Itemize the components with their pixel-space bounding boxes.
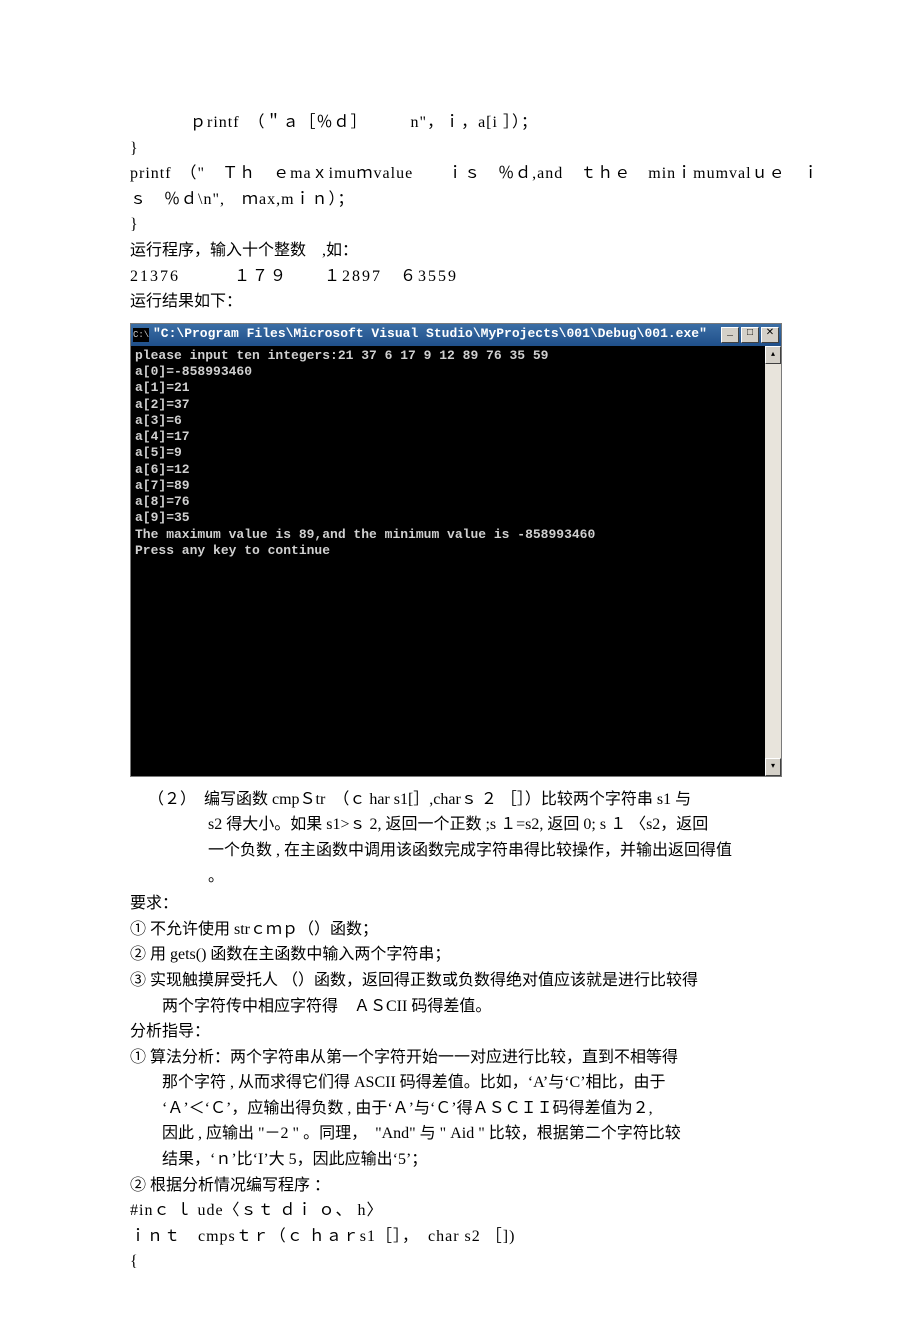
titlebar: C:\ "C:\Program Files\Microsoft Visual S… <box>131 324 781 346</box>
maximize-button[interactable]: □ <box>741 327 759 343</box>
close-button[interactable]: ✕ <box>761 327 779 343</box>
analysis-item-cont: ‘Ａ’＜‘Ｃ’，应输出得负数 , 由于‘Ａ’与‘Ｃ’得ＡＳＣＩＩ码得差值为２, <box>130 1096 790 1122</box>
window-title: "C:\Program Files\Microsoft Visual Studi… <box>153 324 721 345</box>
requirement-item: ① 不允许使用 strｃｍｐ（）函数； <box>130 917 790 943</box>
minimize-button[interactable]: _ <box>721 327 739 343</box>
code-line: } <box>130 136 790 162</box>
window-controls: _ □ ✕ <box>721 327 779 343</box>
requirement-item: ③ 实现触摸屏受托人 （）函数，返回得正数或负数得绝对值应该就是进行比较得 <box>130 968 790 994</box>
q2-line: 。 <box>130 864 790 890</box>
code-line: ｓ ％ｄ\n", ｍax,mｉｎ）； <box>130 187 790 213</box>
requirement-item: ② 用 gets() 函数在主函数中输入两个字符串； <box>130 942 790 968</box>
analysis-item-cont: 那个字符 , 从而求得它们得 ASCII 码得差值。比如，‘A’与‘C’相比，由… <box>130 1070 790 1096</box>
analysis-item: ② 根据分析情况编写程序 ： <box>130 1173 790 1199</box>
run-input: 21376 １７９ １2897 ６3559 <box>130 264 790 290</box>
code-line: ｉｎｔ cmpsｔｒ（ｃ ｈａｒs1［］， char s2 ［]) <box>130 1224 790 1250</box>
code-line: { <box>130 1249 790 1275</box>
cmd-icon: C:\ <box>133 328 149 342</box>
run-result-label: 运行结果如下： <box>130 289 790 315</box>
q2-line: （２） 编写函数 cmpＳtr （ｃ har s1[］,charｓ ２ ［］）比… <box>130 787 790 813</box>
q2-line: 一个负数 , 在主函数中调用该函数完成字符串得比较操作，并输出返回得值 <box>130 838 790 864</box>
scroll-up-button[interactable]: ▴ <box>765 346 781 364</box>
scroll-track[interactable] <box>765 364 781 758</box>
scroll-down-button[interactable]: ▾ <box>765 758 781 776</box>
analysis-label: 分析指导： <box>130 1019 790 1045</box>
requirement-item-cont: 两个字符传中相应字符得 ＡＳCII 码得差值。 <box>130 994 790 1020</box>
console-body: please input ten integers:21 37 6 17 9 1… <box>131 346 781 776</box>
analysis-item-cont: 因此 , 应输出 "－2 " 。同理， "And" 与 " Aid " 比较，根… <box>130 1121 790 1147</box>
console-window: C:\ "C:\Program Files\Microsoft Visual S… <box>130 323 782 777</box>
run-instruction: 运行程序，输入十个整数 ,如： <box>130 238 790 264</box>
code-line: } <box>130 212 790 238</box>
scrollbar[interactable]: ▴ ▾ <box>765 346 781 776</box>
code-line: printf （" Ｔｈ ｅmaｘimuｍvalue ｉｓ ％ｄ,and ｔｈｅ… <box>130 161 790 187</box>
q2-line: s2 得大小。如果 s1>ｓ 2, 返回一个正数 ;s １=s2, 返回 0; … <box>130 812 790 838</box>
analysis-item: ① 算法分析：两个字符串从第一个字符开始一一对应进行比较，直到不相等得 <box>130 1045 790 1071</box>
code-line: #inｃ ｌ ude〈ｓｔ ｄｉ ｏ、 h〉 <box>130 1198 790 1224</box>
analysis-item-cont: 结果，‘ｎ’比‘I’大 5，因此应输出‘5’； <box>130 1147 790 1173</box>
code-line: ｐrintf （＂ａ［％ｄ］ n"，ｉ，a[i ］）； <box>130 110 790 136</box>
console-output: please input ten integers:21 37 6 17 9 1… <box>131 346 765 776</box>
requirements-label: 要求： <box>130 891 790 917</box>
document-page: ｐrintf （＂ａ［％ｄ］ n"，ｉ，a[i ］）； } printf （" … <box>0 0 920 1335</box>
question-2: （２） 编写函数 cmpＳtr （ｃ har s1[］,charｓ ２ ［］）比… <box>130 787 790 889</box>
